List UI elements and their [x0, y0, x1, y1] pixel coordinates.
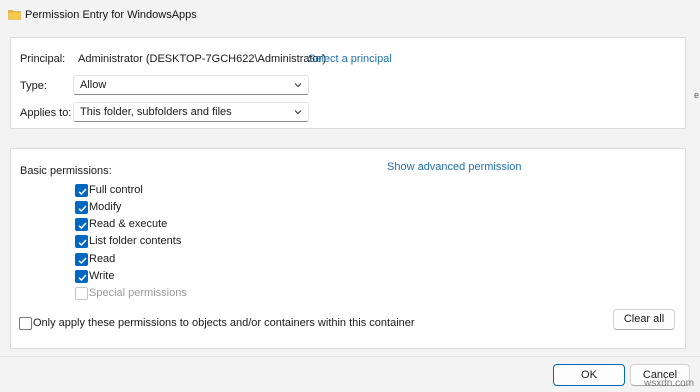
window-title: Permission Entry for WindowsApps — [25, 9, 197, 21]
clear-all-button-label: Clear all — [623, 313, 665, 325]
principal-panel: Principal: Administrator (DESKTOP-7GCH62… — [10, 37, 686, 129]
watermark: wsxdn.com — [643, 378, 694, 389]
permission-label: Write — [89, 270, 115, 282]
permission-label: Full control — [89, 184, 143, 196]
checkmark-icon — [78, 188, 87, 196]
chevron-down-icon — [294, 110, 302, 115]
permission-entry-dialog: Permission Entry for WindowsApps e Princ… — [0, 0, 700, 392]
checkbox[interactable] — [75, 218, 88, 231]
dialog-footer: OK Cancel — [0, 356, 700, 392]
basic-permissions-label: Basic permissions: — [20, 165, 112, 177]
checkbox — [75, 287, 88, 300]
principal-label: Principal: — [20, 53, 66, 65]
background-edge-text: e — [694, 90, 700, 100]
checkmark-icon — [78, 222, 87, 230]
permission-label: List folder contents — [89, 235, 182, 247]
checkmark-icon — [78, 205, 87, 213]
applies-to-dropdown[interactable]: This folder, subfolders and files — [73, 102, 309, 122]
permission-label: Read & execute — [89, 218, 168, 230]
ok-button-label: OK — [581, 369, 597, 381]
permission-label: Special permissions — [89, 287, 187, 299]
checkbox[interactable] — [75, 235, 88, 248]
select-principal-link[interactable]: Select a principal — [308, 53, 392, 65]
permission-label: Read — [89, 253, 116, 265]
checkbox[interactable] — [75, 270, 88, 283]
type-dropdown-value: Allow — [80, 79, 107, 91]
permission-label: Modify — [89, 201, 122, 213]
show-advanced-permissions-link[interactable]: Show advanced permission — [387, 161, 522, 173]
applies-to-label: Applies to: — [20, 107, 72, 119]
checkmark-icon — [78, 239, 87, 247]
only-apply-label: Only apply these permissions to objects … — [33, 317, 415, 329]
clear-all-button[interactable]: Clear all — [613, 309, 675, 330]
checkbox[interactable] — [75, 253, 88, 266]
basic-permissions-panel: Basic permissions: Show advanced permiss… — [10, 148, 686, 349]
only-apply-checkbox[interactable] — [19, 317, 32, 330]
checkmark-icon — [78, 257, 87, 265]
type-dropdown[interactable]: Allow — [73, 75, 309, 95]
ok-button[interactable]: OK — [553, 364, 625, 386]
checkbox[interactable] — [75, 184, 88, 197]
checkmark-icon — [78, 274, 87, 282]
title-bar: Permission Entry for WindowsApps — [0, 0, 700, 30]
checkbox[interactable] — [75, 201, 88, 214]
chevron-down-icon — [294, 83, 302, 88]
applies-to-dropdown-value: This folder, subfolders and files — [80, 106, 232, 118]
folder-icon — [8, 10, 21, 20]
principal-value: Administrator (DESKTOP-7GCH622\Administr… — [78, 53, 326, 65]
type-label: Type: — [20, 80, 47, 92]
